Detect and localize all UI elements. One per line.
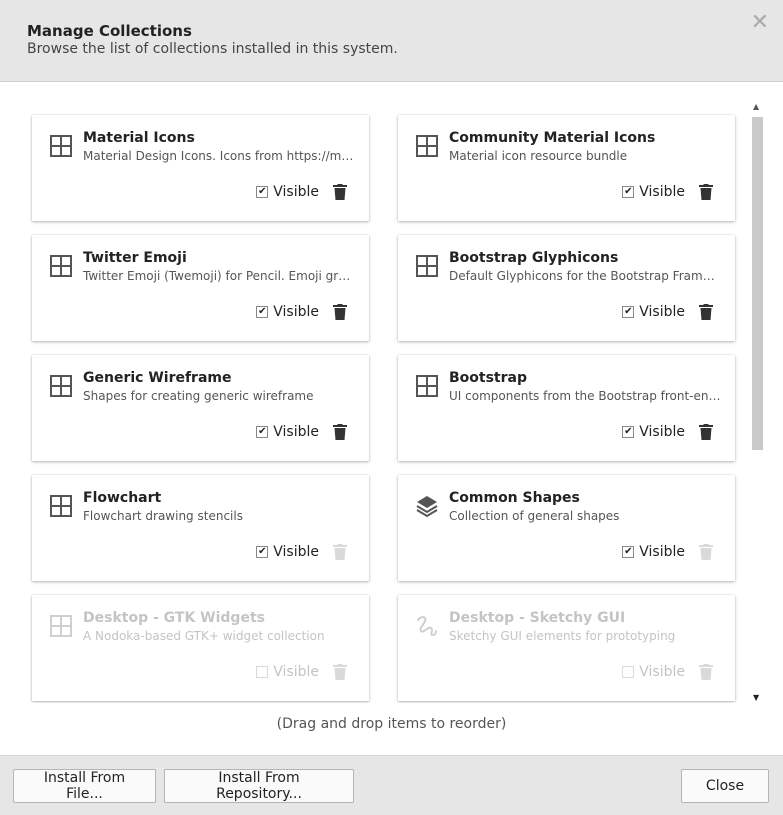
visible-toggle[interactable]: ✔ Visible [622,304,685,320]
visible-checkbox[interactable]: ✔ [622,546,635,558]
sketch-icon [415,614,439,638]
visible-label: Visible [273,544,319,560]
visible-checkbox[interactable]: ✔ [256,186,269,198]
collection-description: Material icon resource bundle [449,149,628,163]
visible-checkbox[interactable]: ✔ [622,426,635,438]
visible-checkbox[interactable] [622,666,635,678]
collection-description: A Nodoka-based GTK+ widget collection [83,629,325,643]
install-from-file-button[interactable]: Install From File... [13,769,156,803]
close-icon[interactable]: ✕ [751,12,769,34]
collection-name: Material Icons [83,130,195,146]
trash-icon [333,664,347,680]
collection-name: Bootstrap Glyphicons [449,250,619,266]
collection-name: Bootstrap [449,370,527,386]
collection-card[interactable]: Twitter Emoji Twitter Emoji (Twemoji) for… [32,235,369,341]
visible-toggle[interactable]: Visible [256,664,319,680]
visible-label: Visible [639,424,685,440]
dialog-subtitle: Browse the list of collections installed… [27,41,398,57]
visible-checkbox[interactable]: ✔ [622,186,635,198]
visible-label: Visible [273,304,319,320]
grid-icon [49,494,73,518]
reorder-hint: (Drag and drop items to reorder) [276,716,507,732]
collection-name: Twitter Emoji [83,250,187,266]
visible-toggle[interactable]: ✔ Visible [256,184,319,200]
scrollbar-thumb[interactable] [752,117,763,450]
visible-checkbox[interactable] [256,666,269,678]
grid-icon [415,374,439,398]
collection-card[interactable]: Generic Wireframe Shapes for creating gen… [32,355,369,461]
collection-description: Sketchy GUI elements for prototyping [449,629,676,643]
collection-name: Flowchart [83,490,162,506]
collection-card[interactable]: Bootstrap UI components from the Bootstra… [398,355,735,461]
visible-label: Visible [639,304,685,320]
visible-toggle[interactable]: ✔ Visible [622,424,685,440]
visible-toggle[interactable]: ✔ Visible [256,424,319,440]
collection-name: Desktop - GTK Widgets [83,610,265,626]
visible-checkbox[interactable]: ✔ [256,546,269,558]
visible-label: Visible [639,544,685,560]
trash-icon [333,544,347,560]
collection-card[interactable]: Bootstrap Glyphicons Default Glyphicons f… [398,235,735,341]
visible-checkbox[interactable]: ✔ [256,426,269,438]
trash-icon[interactable] [699,424,713,440]
collection-description: Shapes for creating generic wireframe [83,389,314,403]
grid-icon [415,134,439,158]
visible-label: Visible [273,664,319,680]
visible-label: Visible [273,184,319,200]
trash-icon [699,544,713,560]
collection-description: Default Glyphicons for the Bootstrap Fra… [449,269,721,283]
grid-icon [49,374,73,398]
scroll-down-icon[interactable]: ▼ [753,693,759,702]
collection-description: Twitter Emoji (Twemoji) for Pencil. Emoj… [83,269,355,283]
grid-icon [49,614,73,638]
collection-card[interactable]: Desktop - Sketchy GUI Sketchy GUI element… [398,595,735,701]
visible-toggle[interactable]: Visible [622,664,685,680]
trash-icon[interactable] [699,304,713,320]
dialog-header: Manage Collections Browse the list of co… [0,0,783,82]
dialog-footer: Install From File... Install From Reposi… [0,755,783,815]
collection-name: Community Material Icons [449,130,656,146]
collection-name: Common Shapes [449,490,580,506]
visible-label: Visible [273,424,319,440]
dialog-content: Material Icons Material Design Icons. Ico… [0,83,783,755]
grid-icon [49,134,73,158]
collection-card[interactable]: Common Shapes Collection of general shape… [398,475,735,581]
collection-card[interactable]: Desktop - GTK Widgets A Nodoka-based GTK+… [32,595,369,701]
visible-checkbox[interactable]: ✔ [256,306,269,318]
visible-toggle[interactable]: ✔ Visible [622,544,685,560]
collection-description: Flowchart drawing stencils [83,509,243,523]
collection-grid: Material Icons Material Design Icons. Ico… [0,83,750,703]
collection-name: Generic Wireframe [83,370,232,386]
grid-icon [49,254,73,278]
collection-card[interactable]: Flowchart Flowchart drawing stencils ✔ Visi… [32,475,369,581]
dialog-title: Manage Collections [27,22,192,40]
install-from-repository-button[interactable]: Install From Repository... [164,769,354,803]
collection-card[interactable]: Material Icons Material Design Icons. Ico… [32,115,369,221]
scrollbar[interactable]: ▲ ▼ [751,102,764,702]
collection-description: Material Design Icons. Icons from https:… [83,149,355,163]
visible-toggle[interactable]: ✔ Visible [256,544,319,560]
grid-icon [415,254,439,278]
collection-card[interactable]: Community Material Icons Material icon re… [398,115,735,221]
collection-description: Collection of general shapes [449,509,620,523]
collection-description: UI components from the Bootstrap front-e… [449,389,721,403]
collection-name: Desktop - Sketchy GUI [449,610,626,626]
trash-icon[interactable] [333,304,347,320]
trash-icon[interactable] [699,184,713,200]
visible-label: Visible [639,664,685,680]
close-button[interactable]: Close [681,769,769,803]
trash-icon[interactable] [333,424,347,440]
scroll-up-icon[interactable]: ▲ [753,102,759,111]
trash-icon [699,664,713,680]
visible-checkbox[interactable]: ✔ [622,306,635,318]
layers-icon [415,494,439,518]
visible-toggle[interactable]: ✔ Visible [622,184,685,200]
trash-icon[interactable] [333,184,347,200]
visible-toggle[interactable]: ✔ Visible [256,304,319,320]
visible-label: Visible [639,184,685,200]
